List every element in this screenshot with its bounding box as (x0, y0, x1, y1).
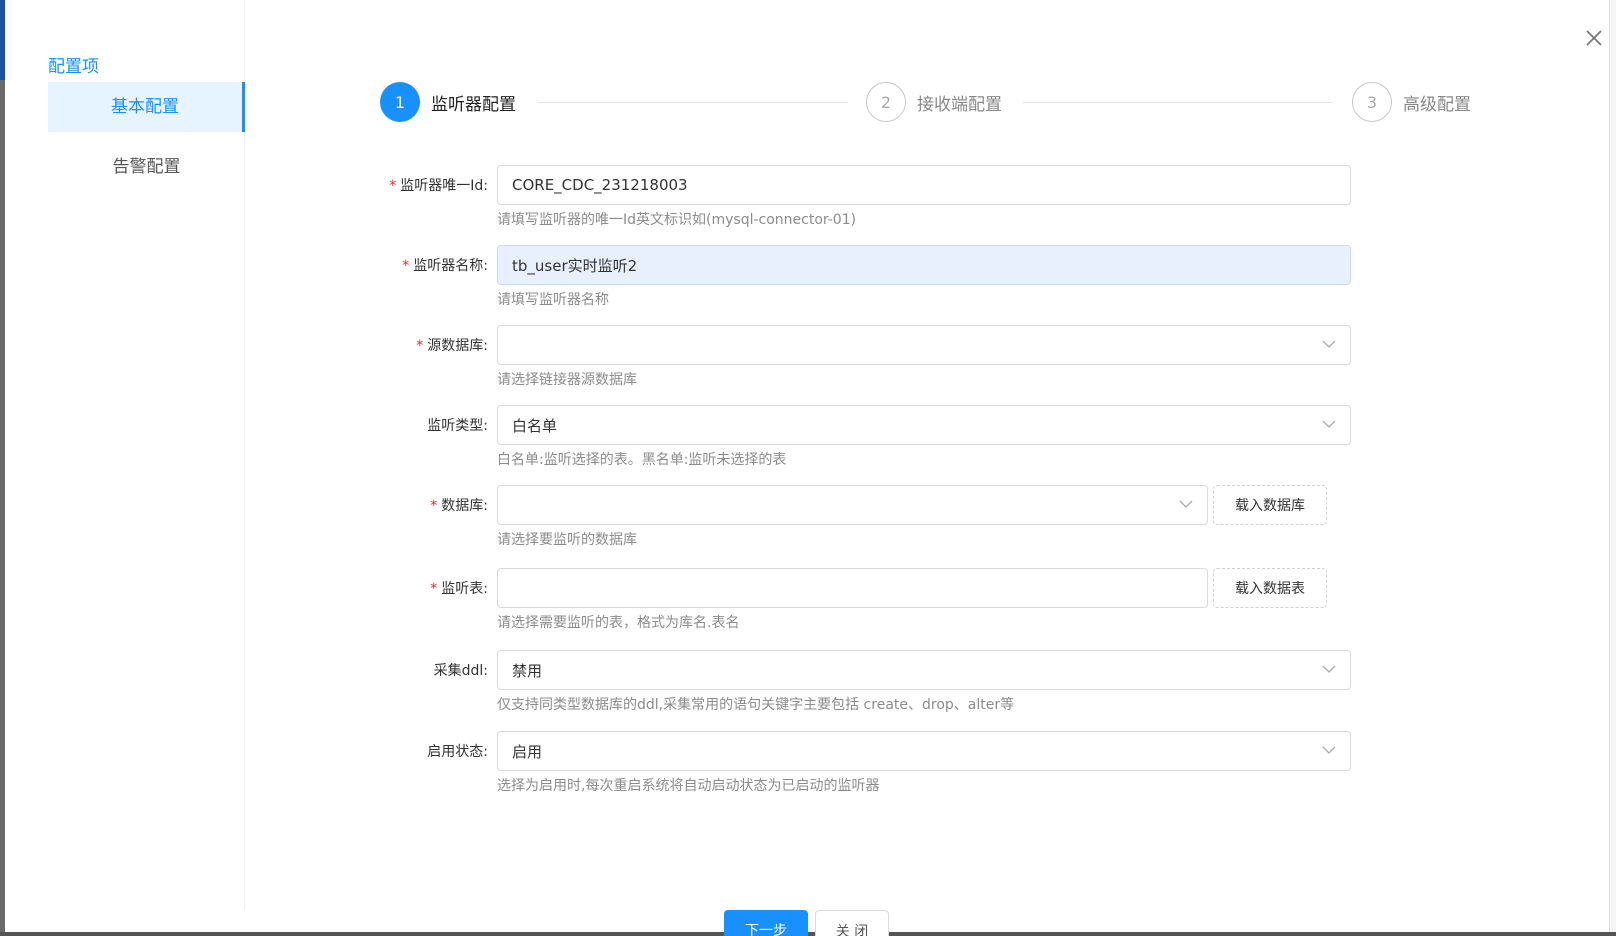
field-label: * 源数据库: (416, 335, 488, 355)
listener-name-input[interactable]: tb_user实时监听2 (497, 245, 1351, 285)
field-hint: 请选择要监听的数据库 (497, 532, 637, 548)
step-advanced-config[interactable]: 3 高级配置 (1352, 82, 1471, 122)
sidebar-title: 配置项 (48, 57, 99, 77)
config-sidebar: 配置项 基本配置 告警配置 (5, 0, 245, 910)
step-label: 监听器配置 (431, 94, 516, 115)
field-label-text: 监听器名称: (413, 258, 488, 274)
collect-ddl-select[interactable]: 禁用 (497, 650, 1351, 690)
field-label-text: 源数据库: (427, 338, 488, 354)
sidebar-item-basic-config[interactable]: 基本配置 (48, 82, 245, 132)
window-edge-bottom (0, 932, 1616, 936)
step-connector (1023, 102, 1333, 103)
field-label: * 监听器唯一Id: (389, 175, 488, 195)
next-step-button[interactable]: 下一步 (724, 910, 808, 936)
required-mark: * (389, 178, 397, 194)
wizard-steps: 1 监听器配置 2 接收端配置 3 高级配置 (380, 82, 1480, 122)
field-label: 启用状态: (427, 744, 488, 760)
step-connector (538, 102, 848, 103)
select-value: 启用 (512, 742, 543, 761)
load-table-button[interactable]: 载入数据表 (1213, 568, 1327, 608)
step-listener-config[interactable]: 1 监听器配置 (380, 82, 516, 122)
listen-table-input[interactable] (497, 568, 1208, 608)
field-hint: 选择为启用时,每次重启系统将自动启动状态为已启动的监听器 (497, 778, 880, 794)
chevron-down-icon (1179, 500, 1193, 508)
required-mark: * (416, 338, 424, 354)
required-mark: * (402, 258, 410, 274)
step-label: 接收端配置 (917, 94, 1002, 115)
database-select[interactable] (497, 485, 1208, 525)
load-database-button[interactable]: 载入数据库 (1213, 485, 1327, 525)
chevron-down-icon (1322, 746, 1336, 754)
step-number: 2 (866, 82, 906, 122)
field-label-text: 监听表: (441, 581, 488, 597)
close-button[interactable] (1582, 26, 1606, 50)
chevron-down-icon (1322, 340, 1336, 348)
step-label: 高级配置 (1403, 94, 1471, 115)
field-label: * 数据库: (430, 495, 488, 515)
field-label-text: 数据库: (441, 498, 488, 514)
field-hint: 请选择链接器源数据库 (497, 372, 637, 388)
select-value: 白名单 (512, 416, 558, 435)
field-hint: 请填写监听器名称 (497, 292, 609, 308)
field-label: 监听类型: (427, 418, 488, 434)
chevron-down-icon (1322, 420, 1336, 428)
field-hint: 请填写监听器的唯一Id英文标识如(mysql-connector-01) (497, 212, 857, 228)
field-hint: 仅支持同类型数据库的ddl,采集常用的语句关键字主要包括 create、drop… (497, 697, 1015, 713)
field-label-text: 监听器唯一Id: (400, 178, 488, 194)
required-mark: * (430, 498, 438, 514)
listener-id-input[interactable]: CORE_CDC_231218003 (497, 165, 1351, 205)
field-hint: 白名单:监听选择的表。黑名单:监听未选择的表 (497, 452, 787, 468)
field-label: 采集ddl: (433, 663, 488, 679)
source-db-select[interactable] (497, 325, 1351, 365)
chevron-down-icon (1322, 665, 1336, 673)
select-value: 禁用 (512, 661, 543, 680)
field-label: * 监听器名称: (402, 255, 488, 275)
enable-status-select[interactable]: 启用 (497, 731, 1351, 771)
scrollbar-track[interactable] (1609, 0, 1616, 936)
step-number: 1 (380, 82, 420, 122)
close-icon (1586, 30, 1602, 46)
step-number: 3 (1352, 82, 1392, 122)
close-dialog-button[interactable]: 关 闭 (815, 910, 889, 936)
input-value: CORE_CDC_231218003 (512, 176, 688, 194)
field-hint: 请选择需要监听的表，格式为库名.表名 (497, 615, 740, 631)
listen-type-select[interactable]: 白名单 (497, 405, 1351, 445)
step-receiver-config[interactable]: 2 接收端配置 (866, 82, 1002, 122)
field-label: * 监听表: (430, 578, 488, 598)
input-value: tb_user实时监听2 (512, 256, 638, 275)
required-mark: * (430, 581, 438, 597)
sidebar-item-alert-config[interactable]: 告警配置 (48, 142, 245, 192)
